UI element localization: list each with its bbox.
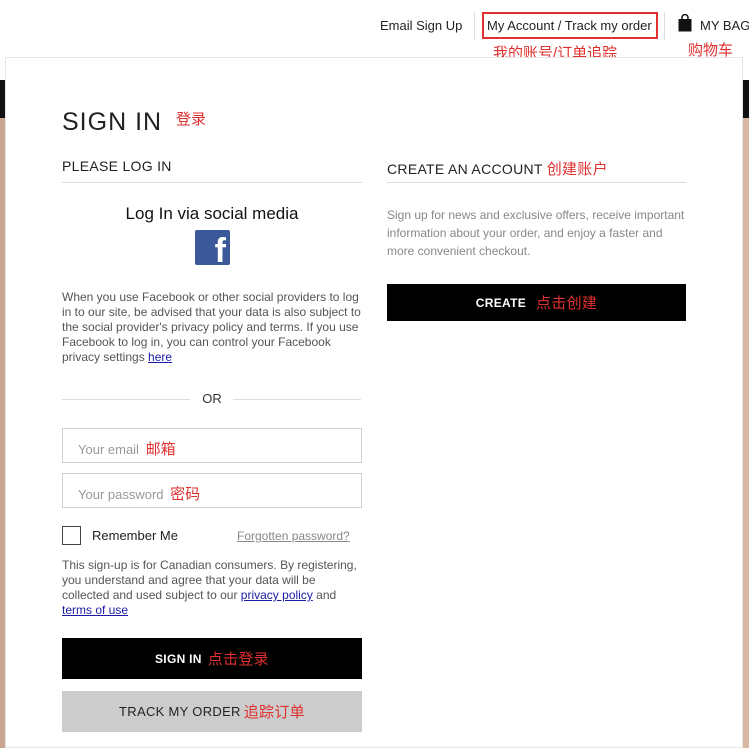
divider — [62, 182, 362, 183]
social-login-title: Log In via social media — [125, 204, 299, 223]
privacy-settings-link[interactable]: here — [148, 350, 172, 364]
top-separator — [664, 12, 665, 40]
sign-in-button[interactable]: SIGN IN 点击登录 — [62, 638, 362, 679]
password-placeholder: Your password — [78, 487, 164, 502]
social-note-text: When you use Facebook or other social pr… — [62, 290, 361, 364]
divider — [387, 182, 686, 183]
create-account-title: CREATE AN ACCOUNT 创建账户 — [387, 158, 608, 179]
top-separator — [474, 12, 475, 40]
facebook-icon[interactable]: f — [195, 230, 230, 265]
password-input[interactable]: Your password 密码 — [62, 473, 362, 508]
remember-me-checkbox[interactable] — [62, 526, 81, 545]
password-annotation: 密码 — [170, 486, 201, 503]
track-order-button[interactable]: TRACK MY ORDER 追踪订单 — [62, 691, 362, 732]
consent-and: and — [316, 588, 337, 602]
create-account-annotation: 创建账户 — [546, 161, 608, 178]
email-annotation: 邮箱 — [145, 441, 176, 458]
track-order-button-label: TRACK MY ORDER — [119, 704, 241, 719]
email-placeholder: Your email — [78, 442, 139, 457]
social-privacy-note: When you use Facebook or other social pr… — [62, 290, 362, 365]
sign-in-heading: SIGN IN — [62, 108, 163, 136]
or-divider-right — [233, 399, 361, 400]
forgot-password-link[interactable]: Forgotten password? — [237, 529, 350, 543]
account-track-order-link[interactable]: My Account / Track my order — [482, 12, 658, 39]
sign-in-annotation: 登录 — [176, 111, 207, 128]
consent-text: This sign-up is for Canadian consumers. … — [62, 558, 362, 618]
create-account-description: Sign up for news and exclusive offers, r… — [387, 208, 685, 258]
my-bag-link[interactable]: MY BAG — [700, 18, 749, 33]
create-button-label: CREATE — [475, 295, 527, 310]
background-image-right — [743, 118, 749, 748]
shopping-bag-icon[interactable] — [678, 14, 692, 32]
email-input[interactable]: Your email 邮箱 — [62, 428, 362, 463]
terms-of-use-link[interactable]: terms of use — [62, 603, 128, 617]
track-order-annotation: 追踪订单 — [243, 704, 305, 721]
sign-in-button-label: SIGN IN — [155, 651, 202, 666]
login-section-title: PLEASE LOG IN — [62, 158, 172, 174]
create-account-label: CREATE AN ACCOUNT — [387, 161, 543, 177]
sign-in-button-annotation: 点击登录 — [207, 651, 269, 668]
remember-me-label[interactable]: Remember Me — [92, 528, 178, 543]
account-link-label: My Account / Track my order — [487, 18, 652, 33]
consent-body: This sign-up is for Canadian consumers. … — [62, 558, 357, 602]
privacy-policy-link[interactable]: privacy policy — [241, 588, 313, 602]
create-button-annotation: 点击创建 — [536, 295, 598, 312]
top-bar: Email Sign Up My Account / Track my orde… — [0, 0, 749, 62]
create-account-button[interactable]: CREATE 点击创建 — [387, 284, 686, 321]
page-title: SIGN IN 登录 — [62, 108, 206, 137]
email-signup-link[interactable]: Email Sign Up — [380, 18, 462, 33]
